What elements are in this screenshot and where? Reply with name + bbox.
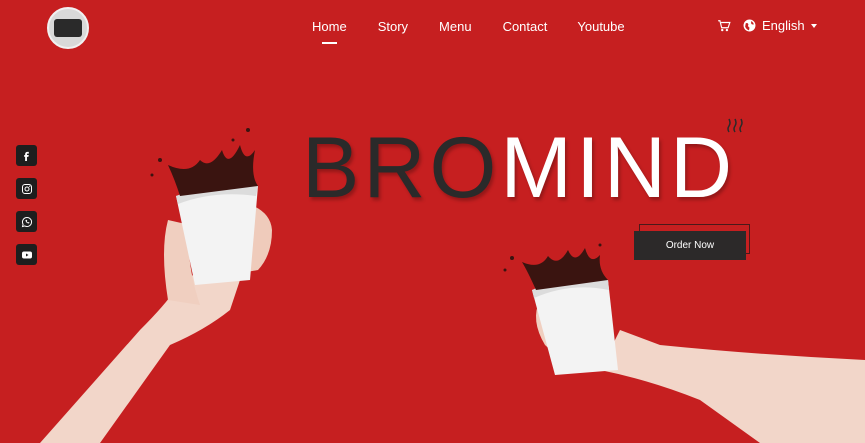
youtube-icon[interactable] [16, 244, 37, 265]
hero-title: BROMIND [302, 125, 736, 211]
brand-logo[interactable] [47, 7, 89, 49]
steam-icon [727, 118, 743, 133]
logo-mark [54, 19, 82, 37]
header-tools: English [717, 18, 817, 33]
order-now-button[interactable]: Order Now [634, 231, 746, 260]
globe-icon[interactable] [743, 19, 756, 32]
language-selector[interactable]: English [762, 18, 805, 33]
hero-illustration [40, 128, 865, 443]
hero-title-mind: MIND [500, 120, 737, 216]
cart-icon[interactable] [717, 19, 731, 33]
main-nav: Home Story Menu Contact Youtube [312, 19, 625, 44]
hero-title-bro: BRO [302, 120, 501, 216]
social-links [16, 145, 37, 277]
nav-youtube-link[interactable]: Youtube [577, 19, 624, 37]
whatsapp-icon[interactable] [16, 211, 37, 232]
nav-home-link[interactable]: Home [312, 19, 347, 44]
chevron-down-icon[interactable] [810, 23, 817, 28]
order-now-wrapper: Order Now [634, 224, 751, 260]
nav-contact-link[interactable]: Contact [503, 19, 548, 37]
instagram-icon[interactable] [16, 178, 37, 199]
nav-menu-link[interactable]: Menu [439, 19, 472, 37]
nav-story-link[interactable]: Story [378, 19, 408, 37]
facebook-icon[interactable] [16, 145, 37, 166]
